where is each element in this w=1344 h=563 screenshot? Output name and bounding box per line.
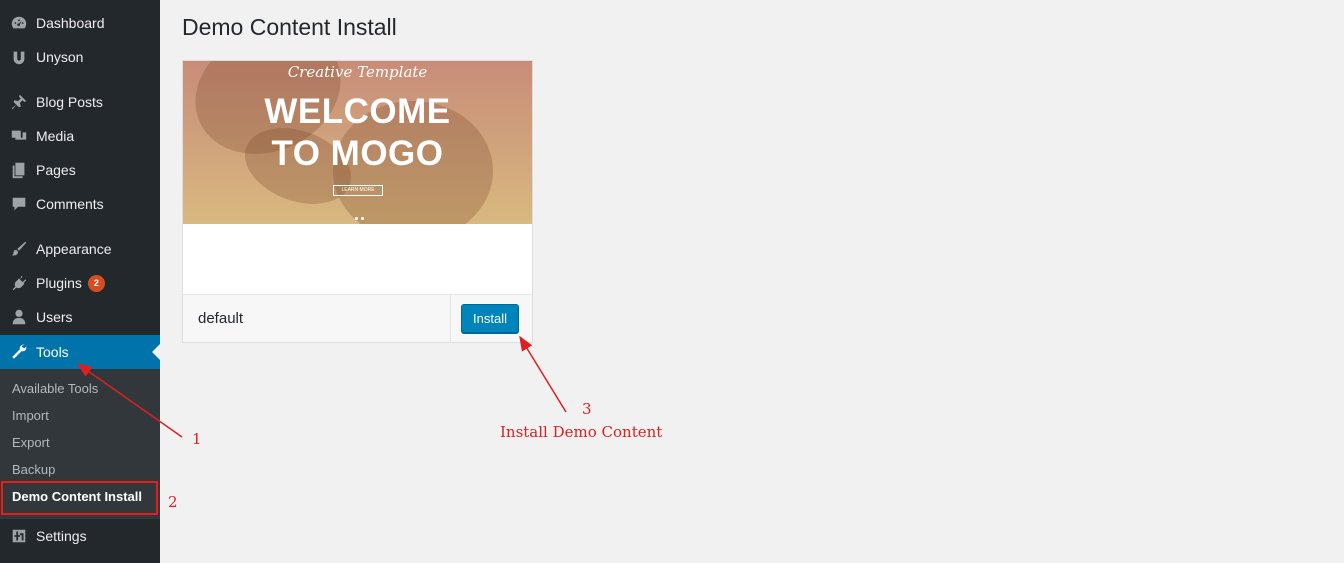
demo-name: default <box>198 310 244 327</box>
comments-icon <box>0 195 36 213</box>
preview-script-text: Creative Template <box>287 63 428 81</box>
sidebar-item-label: Appearance <box>36 241 112 257</box>
unyson-icon <box>0 48 36 66</box>
annotation-label-3: 3 <box>582 400 592 418</box>
sidebar-item-tools[interactable]: Tools <box>0 335 160 369</box>
preview-heading-line1: WELCOME <box>264 92 451 131</box>
sidebar-item-dashboard[interactable]: Dashboard <box>0 6 160 40</box>
submenu-item-import[interactable]: Import <box>12 408 49 423</box>
install-button[interactable]: Install <box>461 304 519 333</box>
media-icon <box>0 127 36 145</box>
plugins-update-badge: 2 <box>87 274 105 292</box>
submenu-item-backup[interactable]: Backup <box>12 462 55 477</box>
demo-actions: Install <box>450 295 532 342</box>
sidebar-item-label: Settings <box>36 528 87 544</box>
annotation-label-2: 2 <box>168 493 178 511</box>
sidebar-item-label: Unyson <box>36 49 84 65</box>
sidebar-item-appearance[interactable]: Appearance <box>0 232 160 266</box>
sidebar-item-label: Media <box>36 128 75 144</box>
sidebar-item-plugins[interactable]: Plugins 2 <box>0 266 160 300</box>
sidebar-item-users[interactable]: Users <box>0 300 160 334</box>
preview-learn-more: LEARN MORE <box>333 185 383 196</box>
sidebar-item-comments[interactable]: Comments <box>0 187 160 221</box>
sidebar-item-label: Pages <box>36 162 76 178</box>
sidebar-item-label: Comments <box>36 196 104 212</box>
wrench-icon <box>0 343 36 361</box>
preview-heading-line2: TO MOGO <box>271 134 444 173</box>
submenu-item-available-tools[interactable]: Available Tools <box>12 381 98 396</box>
annotation-install-demo-text: Install Demo Content <box>500 423 663 441</box>
sidebar-item-label: Plugins <box>36 275 82 291</box>
highlight-box <box>1 481 158 515</box>
sidebar-item-pages[interactable]: Pages <box>0 153 160 187</box>
preview-dot <box>361 217 364 220</box>
sidebar-item-media[interactable]: Media <box>0 119 160 153</box>
pin-icon <box>0 93 36 111</box>
demo-card: Creative Template WELCOME TO MOGO LEARN … <box>182 60 533 343</box>
demo-card-footer: default Install <box>183 294 532 342</box>
brush-icon <box>0 240 36 258</box>
pages-icon <box>0 161 36 179</box>
sidebar-item-label: Users <box>36 309 73 325</box>
demo-preview-image: Creative Template WELCOME TO MOGO LEARN … <box>183 61 532 224</box>
dashboard-icon <box>0 14 36 32</box>
plug-icon <box>0 274 36 292</box>
user-icon <box>0 308 36 326</box>
submenu-item-export[interactable]: Export <box>12 435 50 450</box>
sidebar-item-settings[interactable]: Settings <box>0 519 160 553</box>
sidebar-item-blog-posts[interactable]: Blog Posts <box>0 85 160 119</box>
preview-dot <box>355 217 358 220</box>
sidebar-item-label: Tools <box>36 344 69 360</box>
sliders-icon <box>0 527 36 545</box>
page-title: Demo Content Install <box>182 14 397 40</box>
sidebar-item-unyson[interactable]: Unyson <box>0 40 160 74</box>
sidebar-item-label: Blog Posts <box>36 94 103 110</box>
annotation-label-1: 1 <box>192 430 202 448</box>
preview-heading: WELCOME TO MOGO <box>183 91 532 175</box>
admin-sidebar: Dashboard Unyson Blog Posts Media Pages … <box>0 0 160 563</box>
sidebar-item-label: Dashboard <box>36 15 105 31</box>
